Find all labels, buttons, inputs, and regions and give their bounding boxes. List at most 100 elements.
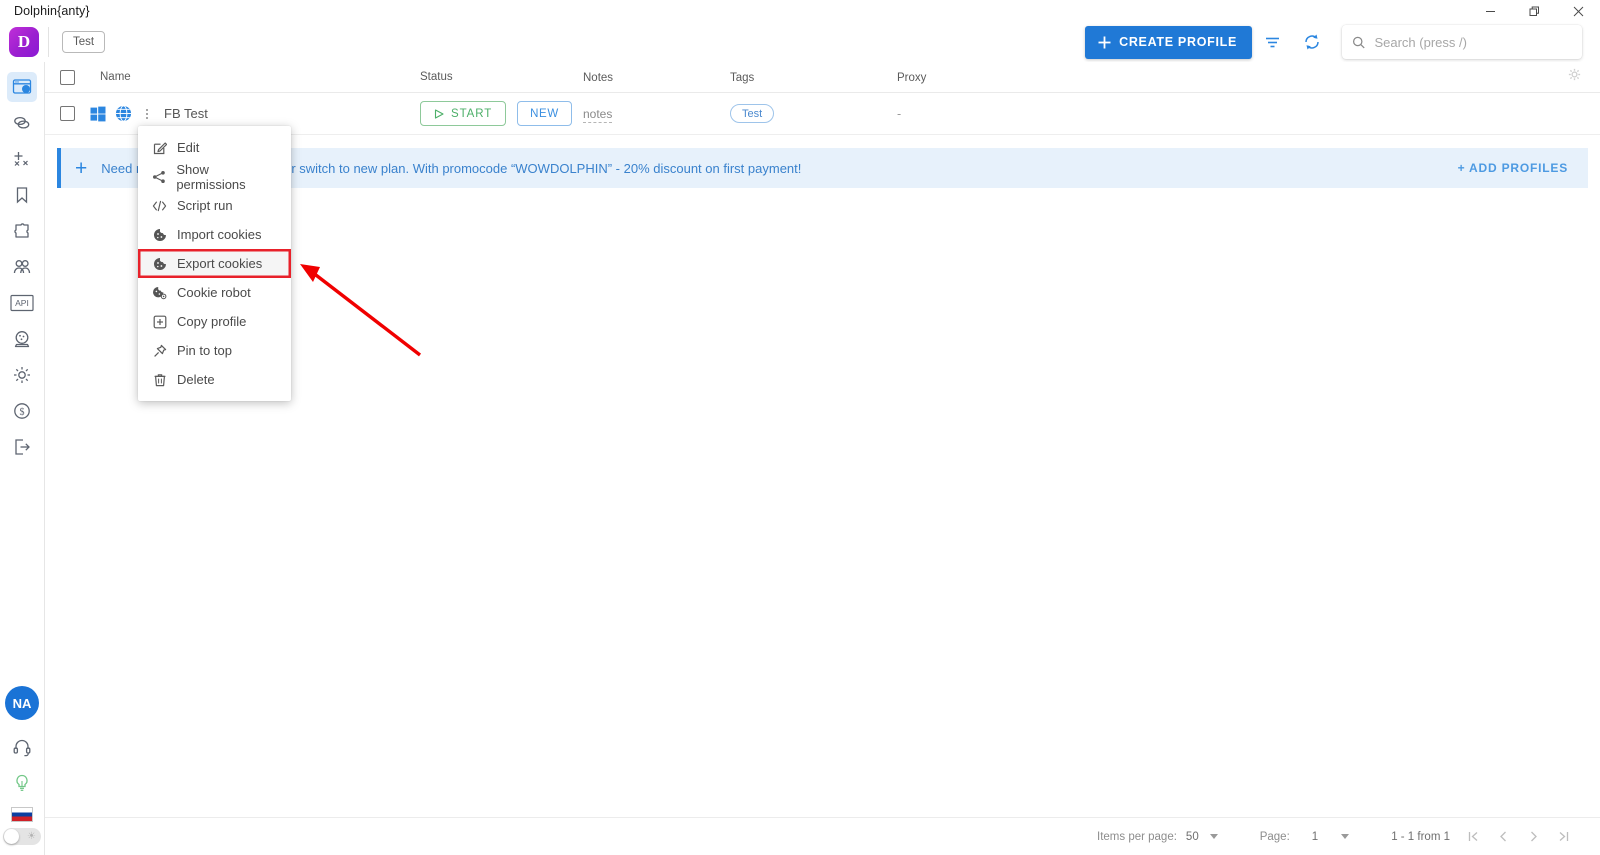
first-page-button[interactable]	[1458, 822, 1488, 852]
context-menu-item-delete[interactable]: Delete	[138, 365, 291, 394]
row-kebab-menu-button[interactable]	[140, 108, 154, 119]
filter-icon	[1265, 37, 1279, 47]
filter-button[interactable]	[1252, 25, 1292, 59]
context-menu-item-edit[interactable]: Edit	[138, 133, 291, 162]
notes-value[interactable]: notes	[583, 107, 613, 123]
close-button[interactable]	[1556, 0, 1600, 22]
toolbar-actions: CREATE PROFILE	[1085, 25, 1600, 59]
context-menu-item-show-permissions[interactable]: Show permissions	[138, 162, 291, 192]
items-per-page-chevron-down-icon[interactable]	[1209, 834, 1218, 839]
app-logo[interactable]: D	[9, 27, 39, 57]
dollar-circle-icon: $	[14, 403, 30, 419]
minimize-button[interactable]	[1468, 0, 1512, 22]
chevron-right-icon	[1530, 831, 1537, 842]
rings-icon	[14, 116, 30, 129]
clear-cookies-icon	[14, 152, 28, 166]
tag-chip[interactable]: Test	[730, 104, 775, 124]
profile-name[interactable]: FB Test	[164, 106, 208, 121]
context-menu-item-pin-to-top[interactable]: Pin to top	[138, 336, 291, 365]
refresh-button[interactable]	[1292, 25, 1332, 59]
lightbulb-icon	[16, 774, 28, 791]
row-select-cell	[45, 106, 90, 121]
add-profiles-link[interactable]: + ADD PROFILES	[1458, 161, 1568, 175]
page-chevron-down-icon[interactable]	[1341, 834, 1350, 839]
last-page-button[interactable]	[1548, 822, 1578, 852]
workspace-tab-label: Test	[73, 36, 95, 48]
header-cell-status[interactable]: Status	[420, 71, 583, 83]
sidebar-item-plugins[interactable]	[7, 216, 37, 246]
language-selector[interactable]	[11, 807, 33, 822]
start-button[interactable]: START	[420, 101, 507, 126]
api-icon: API	[10, 294, 34, 312]
search-box[interactable]	[1342, 25, 1582, 59]
svg-text:API: API	[15, 298, 29, 308]
cookie-icon	[152, 257, 167, 271]
prev-page-button[interactable]	[1488, 822, 1518, 852]
page-value[interactable]: 1	[1312, 831, 1318, 843]
sidebar-item-billing[interactable]: $	[7, 396, 37, 426]
window-titlebar: Dolphin{anty}	[0, 0, 1600, 22]
context-menu-label: Cookie robot	[177, 285, 251, 300]
window-title: Dolphin{anty}	[14, 4, 90, 18]
row-cell-status: START NEW	[420, 101, 583, 126]
share-icon	[152, 170, 166, 184]
globe-icon[interactable]	[115, 105, 132, 122]
crystal-ball-icon	[14, 331, 30, 348]
pagination-bar: Items per page: 50 Page: 1 1 - 1 from 1	[45, 817, 1600, 855]
context-menu-item-cookie-robot[interactable]: Cookie robot	[138, 278, 291, 307]
windows-icon[interactable]	[90, 106, 106, 122]
toolbar-divider	[48, 27, 49, 57]
page-label: Page:	[1259, 830, 1290, 843]
context-menu-item-export-cookies[interactable]: Export cookies	[138, 249, 291, 278]
sidebar-item-proxies[interactable]	[7, 108, 37, 138]
sidebar-item-logout[interactable]	[7, 432, 37, 462]
context-menu-item-copy-profile[interactable]: Copy profile	[138, 307, 291, 336]
copy-icon	[152, 315, 167, 329]
create-profile-button[interactable]: CREATE PROFILE	[1085, 25, 1252, 59]
sidebar-item-browser-profiles[interactable]	[7, 72, 37, 102]
users-icon	[13, 260, 31, 274]
row-checkbox[interactable]	[60, 106, 75, 121]
workspace-tab-test[interactable]: Test	[62, 31, 106, 53]
select-all-checkbox[interactable]	[60, 69, 75, 85]
next-page-button[interactable]	[1518, 822, 1548, 852]
header-label-tags: Tags	[730, 72, 755, 84]
range-label: 1 - 1 from 1	[1391, 830, 1450, 843]
sidebar-item-api[interactable]: API	[7, 288, 37, 318]
app-toolbar: D Test CREATE PROFILE	[0, 22, 1600, 62]
items-per-page-value[interactable]: 50	[1186, 831, 1199, 843]
logout-icon	[15, 439, 30, 455]
header-cell-tags[interactable]: Tags	[730, 68, 897, 86]
context-menu-item-import-cookies[interactable]: Import cookies	[138, 220, 291, 249]
restore-button[interactable]	[1512, 0, 1556, 22]
search-input[interactable]	[1374, 34, 1572, 50]
headset-icon	[13, 739, 31, 757]
row-cell-tags: Test	[730, 104, 897, 124]
table-settings-button[interactable]	[1567, 67, 1582, 87]
header-cell-name[interactable]: Name	[90, 71, 420, 83]
proxy-value[interactable]: -	[897, 107, 901, 121]
sidebar-item-support[interactable]	[7, 732, 37, 762]
search-icon	[1352, 36, 1365, 48]
header-cell-proxy[interactable]: Proxy	[897, 68, 1497, 86]
left-sidebar: API $ NA ☀	[0, 62, 45, 855]
app-logo-letter: D	[17, 32, 31, 51]
items-per-page-label: Items per page:	[1097, 830, 1177, 843]
sidebar-item-automation[interactable]	[7, 324, 37, 354]
row-cell-notes: notes	[583, 105, 730, 123]
sidebar-item-team[interactable]	[7, 252, 37, 282]
header-cell-notes[interactable]: Notes	[583, 68, 730, 86]
status-badge[interactable]: NEW	[517, 101, 572, 126]
sidebar-item-bookmarks[interactable]	[7, 180, 37, 210]
sidebar-item-tips[interactable]	[7, 768, 37, 798]
sidebar-item-clear-cookies[interactable]	[7, 144, 37, 174]
context-menu-item-script-run[interactable]: Script run	[138, 191, 291, 220]
svg-text:$: $	[20, 407, 25, 418]
theme-toggle[interactable]: ☀	[3, 828, 41, 845]
window-controls	[1468, 0, 1600, 22]
gear-icon	[1568, 68, 1581, 81]
header-label-name: Name	[100, 71, 131, 83]
avatar[interactable]: NA	[5, 686, 39, 720]
refresh-icon	[1305, 34, 1319, 50]
sidebar-item-settings[interactable]	[7, 360, 37, 390]
